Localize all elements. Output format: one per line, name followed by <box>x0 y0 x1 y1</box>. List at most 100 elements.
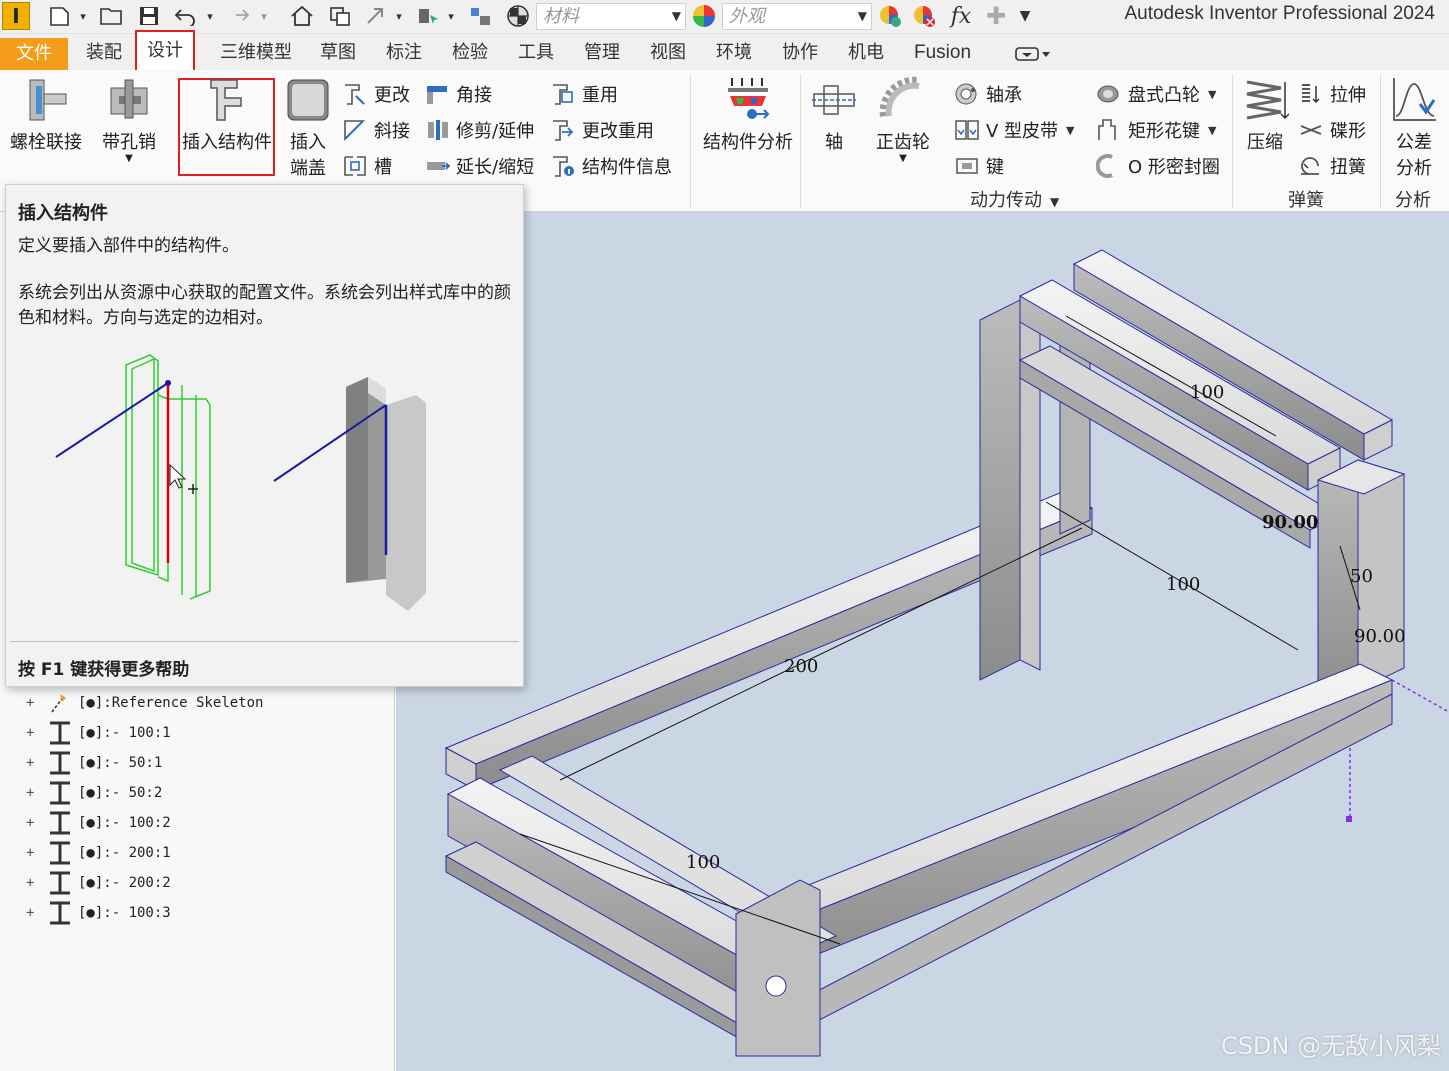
open-icon[interactable] <box>98 2 126 30</box>
dimension-label[interactable]: 90.00 <box>1262 512 1318 533</box>
sketch-point[interactable] <box>1346 816 1352 822</box>
disc-cam-button[interactable]: 盘式凸轮 ▼ <box>1096 80 1216 108</box>
lengthen-shorten-button[interactable]: 延长/缩短 <box>424 152 534 180</box>
appearance-wheel-icon[interactable] <box>690 2 718 30</box>
customize-qat-icon[interactable]: ▼ <box>1014 2 1036 30</box>
belleville-spring-button[interactable]: 碟形 <box>1298 116 1366 144</box>
tab-file[interactable]: 文件 <box>0 38 68 70</box>
frame-analysis-button[interactable]: 结构件分析 <box>700 76 796 154</box>
undo-dropdown-icon[interactable]: ▾ <box>203 2 217 30</box>
tab-assemble[interactable]: 装配 <box>80 38 128 68</box>
spur-gear-button[interactable]: 正齿轮 ▼ <box>870 76 936 164</box>
bolted-connection-button[interactable]: 螺栓联接 <box>8 76 84 154</box>
tab-options-icon[interactable] <box>1014 44 1054 64</box>
tab-design[interactable]: 设计 <box>135 30 195 72</box>
appearance-select[interactable]: 外观 ▼ <box>722 3 872 30</box>
insert-frame-button[interactable]: 插入结构件 <box>182 76 272 154</box>
redo-dropdown-icon[interactable]: ▾ <box>257 2 271 30</box>
clevis-pin-button[interactable]: 带孔销 ▼ <box>96 76 162 164</box>
tab-sketch[interactable]: 草图 <box>314 38 362 68</box>
tree-item-frame-member[interactable]: + [●]:- 200:2 <box>26 870 171 896</box>
expand-icon[interactable]: + <box>26 725 40 741</box>
tree-item-reference-skeleton[interactable]: + [●]:Reference Skeleton <box>26 690 263 716</box>
spur-gear-dropdown-icon[interactable]: ▼ <box>870 154 936 164</box>
tree-item-frame-member[interactable]: + [●]:- 200:1 <box>26 840 171 866</box>
project-icon[interactable] <box>326 2 354 30</box>
redo-icon[interactable] <box>224 2 254 30</box>
color-override-icon[interactable] <box>504 2 532 30</box>
shaft-button[interactable]: 轴 <box>806 76 862 154</box>
undo-icon[interactable] <box>170 2 200 30</box>
tab-view[interactable]: 视图 <box>644 38 692 68</box>
tab-fusion[interactable]: Fusion <box>908 38 977 68</box>
oring-button[interactable]: O 形密封圈 <box>1096 152 1220 180</box>
notch-button[interactable]: 槽 <box>342 152 392 180</box>
expand-icon[interactable]: + <box>26 755 40 771</box>
parameters-icon[interactable] <box>466 2 496 30</box>
tab-annotate[interactable]: 标注 <box>380 38 428 68</box>
dimension-label[interactable]: 50 <box>1350 566 1373 587</box>
frame-member-info-button[interactable]: 结构件信息 <box>550 152 672 180</box>
vbelt-dropdown-icon[interactable]: ▼ <box>1066 124 1074 137</box>
adjust-appearance-icon[interactable] <box>876 2 904 30</box>
power-transmission-panel-label[interactable]: 动力传动 ▼ <box>970 186 1059 212</box>
home-icon[interactable] <box>288 2 316 30</box>
extension-spring-button[interactable]: 拉伸 <box>1298 80 1366 108</box>
tree-item-frame-member[interactable]: + [●]:- 50:1 <box>26 750 162 776</box>
update-icon[interactable] <box>362 2 390 30</box>
expand-icon[interactable]: + <box>26 695 40 711</box>
tolerance-analysis-button[interactable]: 公差 分析 <box>1386 76 1442 180</box>
add-icon[interactable]: ✚ <box>984 2 1008 30</box>
material-select[interactable]: 材料 ▼ <box>536 3 686 30</box>
compression-spring-button[interactable]: 压缩 <box>1238 76 1292 154</box>
new-dropdown-icon[interactable]: ▾ <box>76 2 90 30</box>
expand-icon[interactable]: + <box>26 875 40 891</box>
expand-icon[interactable]: + <box>26 785 40 801</box>
spline-dropdown-icon[interactable]: ▼ <box>1208 124 1216 137</box>
frame-assembly-model[interactable]: 100 100 100 200 50 90.00 90.00 <box>396 212 1449 1071</box>
tree-item-frame-member[interactable]: + [●]:- 100:2 <box>26 810 171 836</box>
key-button[interactable]: 键 <box>954 152 1004 180</box>
expand-icon[interactable]: + <box>26 845 40 861</box>
change-reuse-button[interactable]: 更改重用 <box>550 116 654 144</box>
save-icon[interactable] <box>136 2 162 30</box>
tab-inspect[interactable]: 检验 <box>446 38 494 68</box>
tab-electromechanical[interactable]: 机电 <box>842 38 890 68</box>
tree-item-frame-member[interactable]: + [●]:- 100:1 <box>26 720 171 746</box>
dimension-label[interactable]: 200 <box>784 656 818 677</box>
clear-appearance-icon[interactable] <box>910 2 938 30</box>
dimension-label[interactable]: 100 <box>686 852 720 873</box>
corner-joint-button[interactable]: 角接 <box>424 80 492 108</box>
reuse-button[interactable]: 重用 <box>550 80 618 108</box>
tooltip-detail: 系统会列出从资源中心获取的配置文件。系统会列出样式库中的颜色和材料。方向与选定的… <box>18 283 511 328</box>
tab-environments[interactable]: 环境 <box>710 38 758 68</box>
dimension-label[interactable]: 90.00 <box>1354 626 1406 647</box>
graphics-viewport[interactable]: 100 100 100 200 50 90.00 90.00 <box>396 212 1449 1071</box>
tree-item-frame-member[interactable]: + [●]:- 50:2 <box>26 780 162 806</box>
select-icon[interactable] <box>414 2 442 30</box>
miter-button[interactable]: 斜接 <box>342 116 410 144</box>
rectangular-spline-button[interactable]: 矩形花键 ▼ <box>1096 116 1216 144</box>
torsion-spring-button[interactable]: 扭簧 <box>1298 152 1366 180</box>
dimension-label[interactable]: 100 <box>1166 574 1200 595</box>
clevis-dropdown-icon[interactable]: ▼ <box>96 154 162 164</box>
tab-tools[interactable]: 工具 <box>512 38 560 68</box>
dimension-label[interactable]: 100 <box>1190 382 1224 403</box>
select-dropdown-icon[interactable]: ▾ <box>444 2 458 30</box>
tab-manage[interactable]: 管理 <box>578 38 626 68</box>
update-dropdown-icon[interactable]: ▾ <box>392 2 406 30</box>
disc-cam-dropdown-icon[interactable]: ▼ <box>1208 88 1216 101</box>
vbelt-button[interactable]: V 型皮带 ▼ <box>954 116 1075 144</box>
tree-item-frame-member[interactable]: + [●]:- 100:3 <box>26 900 171 926</box>
expand-icon[interactable]: + <box>26 905 40 921</box>
tab-collaborate[interactable]: 协作 <box>776 38 824 68</box>
insert-end-cap-button[interactable]: 插入 端盖 <box>282 76 334 180</box>
tab-3d-model[interactable]: 三维模型 <box>214 38 298 68</box>
bearing-button[interactable]: 轴承 <box>954 80 1022 108</box>
formula-button[interactable]: fx <box>946 2 976 30</box>
change-button[interactable]: 更改 <box>342 80 410 108</box>
trim-extend-button[interactable]: 修剪/延伸 <box>424 116 534 144</box>
app-logo[interactable]: I <box>2 2 30 30</box>
expand-icon[interactable]: + <box>26 815 40 831</box>
new-file-icon[interactable] <box>44 2 76 30</box>
